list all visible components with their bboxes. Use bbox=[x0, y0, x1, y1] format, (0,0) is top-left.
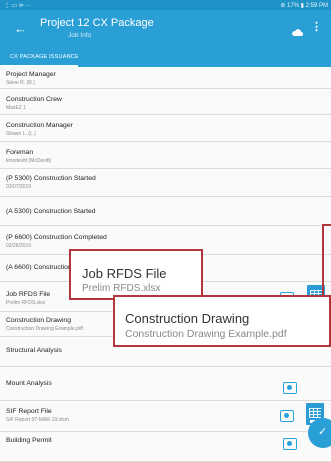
field-label: Mount Analysis bbox=[6, 380, 52, 387]
status-right-info: ⊚ 17% ▮ 2:59 PM bbox=[280, 3, 328, 9]
field-row[interactable]: Mount Analysis bbox=[0, 367, 331, 401]
cloud-icon[interactable] bbox=[291, 24, 303, 42]
field-label: (P 6600) Construction Completed bbox=[6, 234, 107, 241]
field-label: (A 5300) Construction Started bbox=[6, 208, 96, 215]
field-label: Building Permit bbox=[6, 437, 52, 444]
camera-icon[interactable] bbox=[283, 382, 297, 394]
field-value: Construction Drawing Example.pdf bbox=[6, 326, 83, 332]
check-icon: ✓ bbox=[318, 426, 328, 438]
callout-job-rfds-file: Job RFDS File Prelim RFDS.xlsx bbox=[69, 249, 203, 300]
tab-cx-package-issuance[interactable]: CX PACKAGE ISSUANCE bbox=[10, 54, 79, 60]
field-label: Job RFDS File bbox=[6, 291, 51, 298]
field-label: Project Manager bbox=[6, 71, 56, 78]
field-label: (A 6600) Construction bbox=[6, 264, 72, 271]
field-row[interactable]: (A 5300) Construction Started bbox=[0, 197, 331, 226]
callout-filename: Prelim RFDS.xlsx bbox=[82, 283, 161, 294]
app-title: Project 12 CX Package bbox=[40, 17, 154, 29]
callout-construction-drawing: Construction Drawing Construction Drawin… bbox=[113, 295, 331, 347]
camera-icon[interactable] bbox=[283, 438, 297, 450]
field-row[interactable]: Project Manager Steve R. (R.) bbox=[0, 67, 331, 89]
status-left-icons: ⋮ ▭ ⊳ ··· bbox=[4, 3, 32, 9]
tab-bar: CX PACKAGE ISSUANCE bbox=[0, 48, 331, 67]
field-label: (P 5300) Construction Started bbox=[6, 175, 96, 182]
arrow-left-icon[interactable]: ← bbox=[14, 22, 27, 35]
field-value: Steve R. (R.) bbox=[6, 80, 35, 86]
status-bar: ⋮ ▭ ⊳ ··· ⊚ 17% ▮ 2:59 PM bbox=[0, 0, 331, 10]
callout-filename: Construction Drawing Example.pdf bbox=[125, 328, 287, 340]
camera-icon[interactable] bbox=[280, 410, 294, 422]
callout-connector bbox=[322, 224, 324, 296]
field-label: Construction Crew bbox=[6, 96, 62, 103]
field-label: Structural Analysis bbox=[6, 347, 62, 354]
field-label: SIF Report File bbox=[6, 408, 52, 415]
callout-title: Job RFDS File bbox=[82, 266, 167, 281]
field-row[interactable]: Building Permit bbox=[0, 432, 331, 462]
field-value: SIF Report 07-MAR-19.xlsm bbox=[6, 417, 69, 423]
field-label: Construction Manager bbox=[6, 122, 73, 129]
app-subtitle: Job Info bbox=[68, 32, 92, 39]
field-label: Foreman bbox=[6, 149, 34, 156]
field-row[interactable]: SIF Report File SIF Report 07-MAR-19.xls… bbox=[0, 401, 331, 432]
field-value: kmcdevitt (McDevitt) bbox=[6, 158, 52, 164]
app-bar: ← Project 12 CX Package Job Info ⋮ bbox=[0, 10, 331, 48]
field-row[interactable]: Construction Manager Shawn L. (L.) bbox=[0, 115, 331, 142]
field-row[interactable]: Foreman kmcdevitt (McDevitt) bbox=[0, 142, 331, 169]
field-row[interactable]: Construction Crew MasEZ 1 bbox=[0, 89, 331, 115]
field-value: MasEZ 1 bbox=[6, 105, 27, 111]
field-label: Construction Drawing bbox=[6, 317, 71, 324]
field-value: Shawn L. (L.) bbox=[6, 131, 36, 137]
more-vert-icon[interactable]: ⋮ bbox=[311, 22, 322, 33]
field-row[interactable]: (P 5300) Construction Started 03/07/2019 bbox=[0, 169, 331, 197]
callout-title: Construction Drawing bbox=[125, 311, 250, 326]
field-value: 03/07/2019 bbox=[6, 184, 32, 190]
field-value: Prelim RFDS.xlsx bbox=[6, 300, 46, 306]
field-value: 03/26/2019 bbox=[6, 243, 32, 249]
